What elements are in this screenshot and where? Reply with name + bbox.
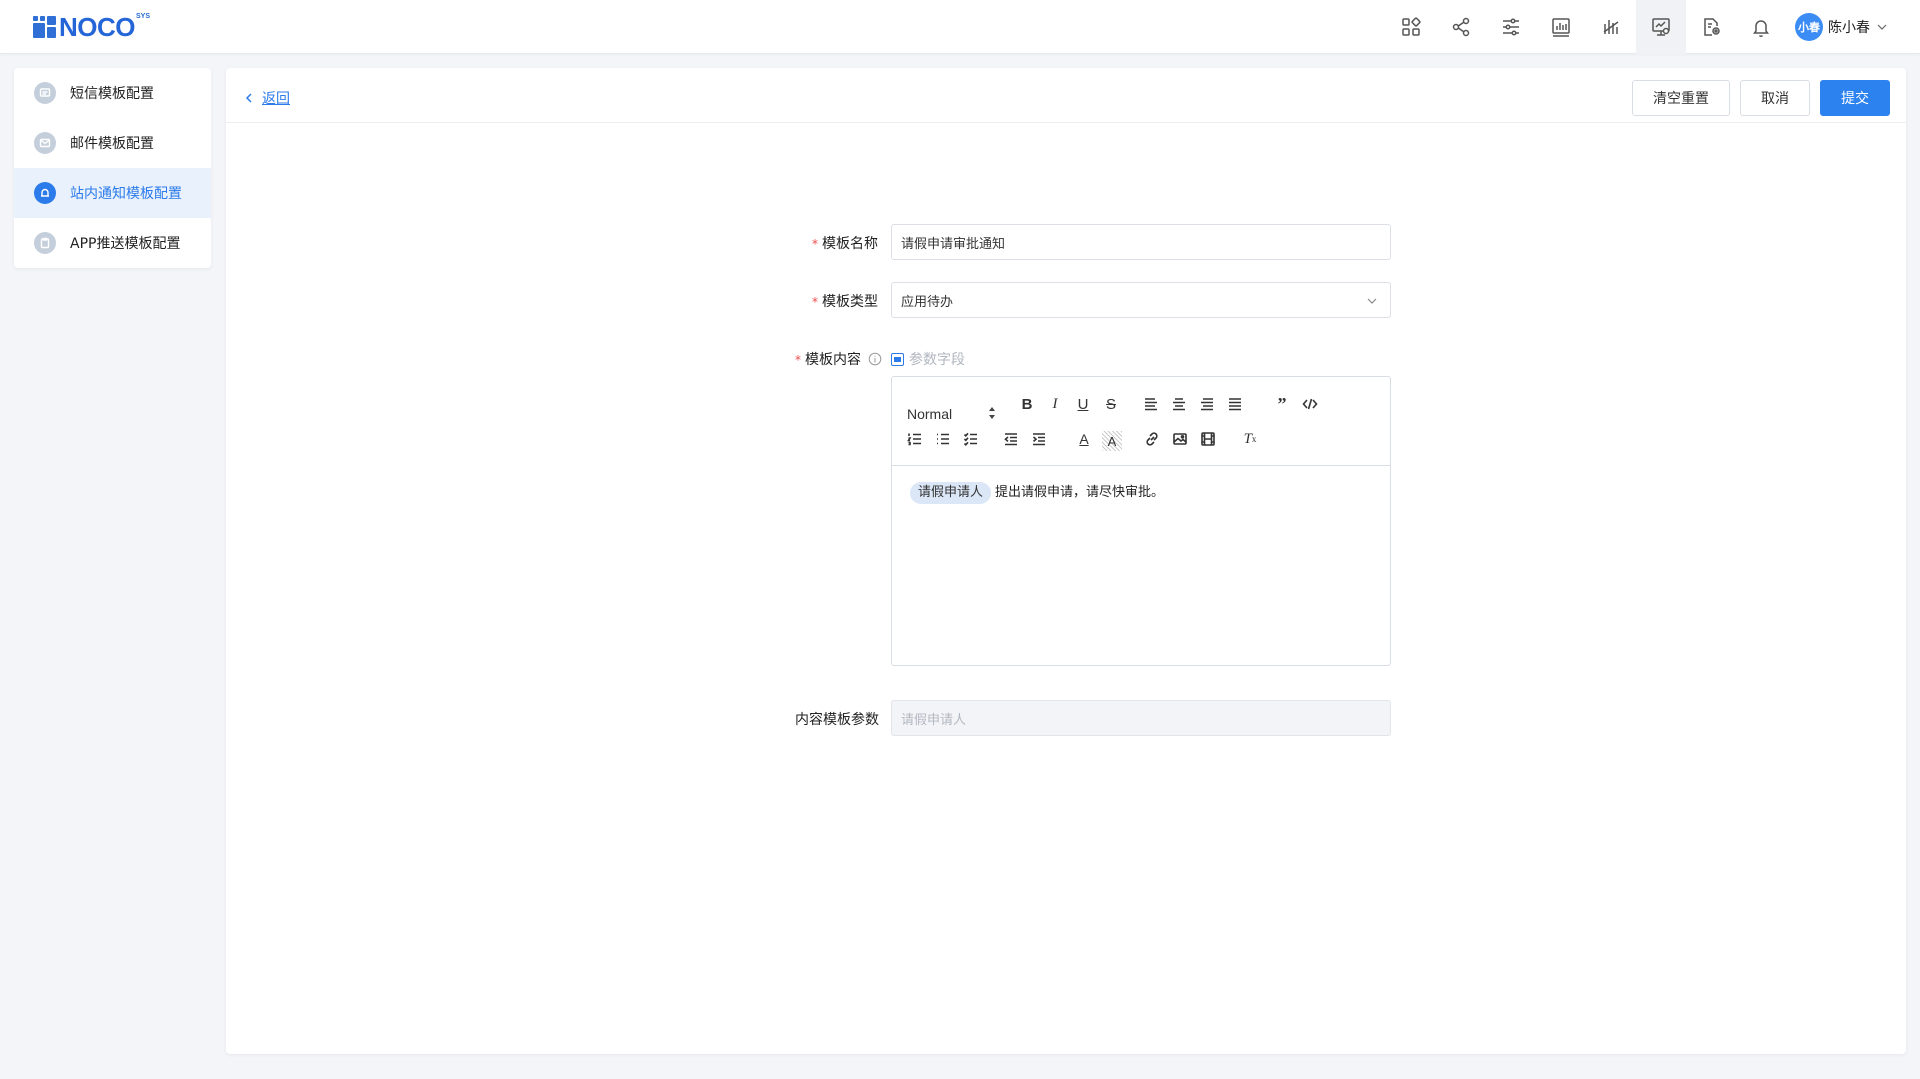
main-header: 返回 清空重置 取消 提交	[226, 68, 1906, 123]
analytics-icon[interactable]	[1586, 0, 1636, 54]
template-name-value: 请假申请审批通知	[901, 236, 1006, 252]
reset-button[interactable]: 清空重置	[1632, 80, 1730, 116]
user-name: 陈小春	[1828, 20, 1870, 36]
bullet-list-icon[interactable]	[933, 429, 953, 449]
code-icon[interactable]	[1300, 394, 1320, 414]
image-icon[interactable]	[1170, 429, 1190, 449]
message-icon	[34, 82, 56, 104]
mail-icon	[34, 132, 56, 154]
content-params-input: 请假申请人	[891, 700, 1391, 736]
checklist-icon[interactable]	[961, 429, 981, 449]
background-color-icon[interactable]: A	[1102, 431, 1122, 451]
back-link[interactable]: 返回	[244, 88, 290, 108]
template-name-label: * 模板名称	[812, 236, 878, 252]
submit-button[interactable]: 提交	[1820, 80, 1890, 116]
apps-icon[interactable]	[1386, 0, 1436, 54]
logo-sup: SYS	[136, 13, 151, 20]
clear-format-icon[interactable]: Tx	[1240, 429, 1260, 449]
back-label: 返回	[262, 91, 290, 107]
share-icon[interactable]	[1436, 0, 1486, 54]
top-bar: NOCO SYS 小春 陈小春	[0, 0, 1920, 54]
sidebar-item-label: 短信模板配置	[70, 86, 154, 102]
required-mark: *	[795, 353, 801, 367]
required-mark: *	[812, 237, 818, 251]
editor-text: 提出请假申请，请尽快审批。	[995, 485, 1165, 500]
template-type-value: 应用待办	[901, 294, 954, 310]
logo-text: NOCO	[59, 12, 136, 42]
param-chip[interactable]: 请假申请人	[910, 482, 992, 504]
blockquote-icon[interactable]: ”	[1272, 394, 1292, 414]
editor-content[interactable]: 请假申请人 提出请假申请，请尽快审批。	[892, 466, 1390, 520]
logo-mark-icon	[33, 16, 57, 38]
logo[interactable]: NOCO SYS	[33, 12, 151, 42]
sidebar-item-label: 站内通知模板配置	[70, 186, 182, 202]
align-left-icon[interactable]	[1141, 394, 1161, 414]
video-icon[interactable]	[1198, 429, 1218, 449]
template-type-label: * 模板类型	[812, 294, 878, 310]
align-justify-icon[interactable]	[1225, 394, 1245, 414]
sidebar-item-label: APP推送模板配置	[70, 236, 181, 252]
sidebar-item-site-notice[interactable]: 站内通知模板配置	[14, 168, 211, 218]
chevron-left-icon	[245, 93, 252, 103]
sidebar: 短信模板配置 邮件模板配置 站内通知模板配置 APP推送模板配置	[14, 68, 211, 268]
param-fields-link[interactable]: 参数字段	[891, 349, 965, 369]
avatar: 小春	[1795, 13, 1823, 41]
image-icon	[891, 352, 904, 366]
bell-icon	[34, 182, 56, 204]
template-type-select[interactable]: 应用待办	[891, 282, 1391, 318]
font-color-icon[interactable]: A	[1074, 429, 1094, 449]
bold-icon[interactable]: B	[1017, 394, 1037, 414]
param-fields-label: 参数字段	[909, 352, 965, 368]
link-icon[interactable]	[1142, 429, 1162, 449]
align-right-icon[interactable]	[1197, 394, 1217, 414]
sidebar-item-email[interactable]: 邮件模板配置	[14, 118, 211, 168]
clipboard-icon	[34, 232, 56, 254]
align-center-icon[interactable]	[1169, 394, 1189, 414]
content-params-label: 内容模板参数	[795, 712, 879, 728]
underline-icon[interactable]: U	[1073, 394, 1093, 414]
sidebar-item-app-push[interactable]: APP推送模板配置	[14, 218, 211, 268]
indent-icon[interactable]	[1029, 429, 1049, 449]
document-settings-icon[interactable]	[1686, 0, 1736, 54]
editor-toolbar: Normal B I U S ” A A Tx	[892, 377, 1390, 466]
required-mark: *	[812, 295, 818, 309]
cancel-button[interactable]: 取消	[1740, 80, 1810, 116]
info-icon[interactable]	[868, 352, 882, 366]
user-menu[interactable]: 小春 陈小春	[1795, 13, 1888, 41]
sidebar-item-label: 邮件模板配置	[70, 136, 154, 152]
sidebar-item-sms[interactable]: 短信模板配置	[14, 68, 211, 118]
bell-icon[interactable]	[1736, 0, 1786, 54]
ordered-list-icon[interactable]	[905, 429, 925, 449]
italic-icon[interactable]: I	[1045, 394, 1065, 414]
sort-arrows-icon	[989, 407, 995, 419]
bar-chart-icon[interactable]	[1536, 0, 1586, 54]
strikethrough-icon[interactable]: S	[1101, 394, 1121, 414]
template-content-label: * 模板内容	[795, 349, 882, 369]
outdent-icon[interactable]	[1001, 429, 1021, 449]
content-params-value: 请假申请人	[901, 712, 967, 728]
sliders-icon[interactable]	[1486, 0, 1536, 54]
template-name-input[interactable]: 请假申请审批通知	[891, 224, 1391, 260]
chevron-down-icon	[1367, 298, 1377, 304]
monitor-config-icon[interactable]	[1636, 0, 1686, 54]
rich-text-editor: Normal B I U S ” A A Tx 请假申请人 提出请假申请，请尽快审…	[891, 376, 1391, 666]
chevron-down-icon	[1877, 24, 1887, 30]
heading-select[interactable]: Normal	[907, 404, 997, 424]
header-toolbar	[1386, 0, 1786, 54]
